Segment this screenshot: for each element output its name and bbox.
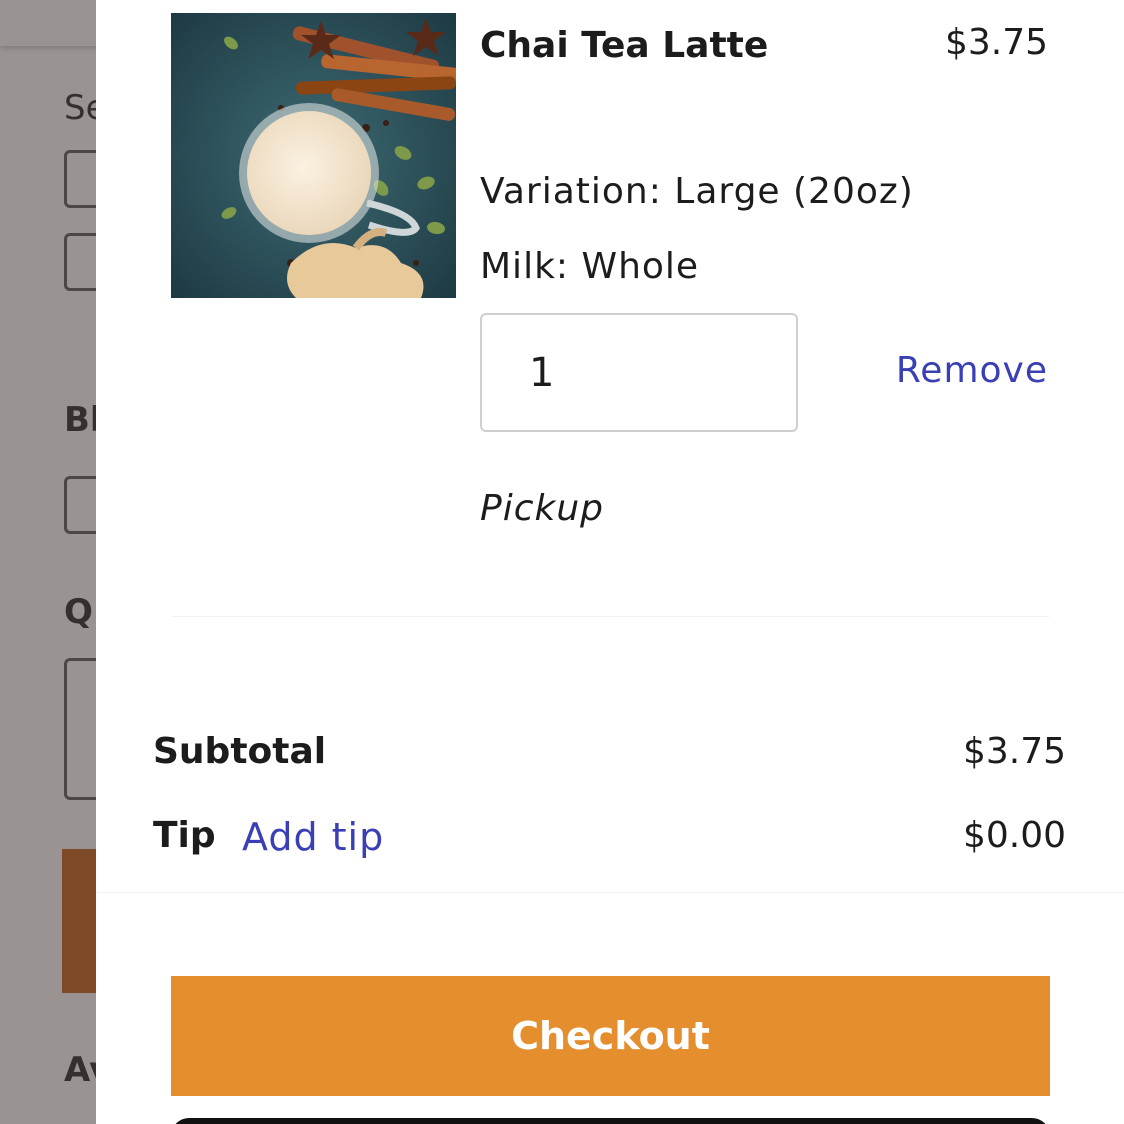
fulfillment-method: Pickup: [480, 488, 605, 529]
item-name: Chai Tea Latte: [480, 25, 769, 66]
tip-label: Tip: [153, 815, 216, 856]
divider: [171, 616, 1049, 617]
subtotal-label: Subtotal: [153, 731, 327, 772]
item-variation: Variation: Large (20oz): [480, 171, 914, 212]
quantity-input[interactable]: [480, 313, 798, 432]
divider: [96, 892, 1124, 893]
subtotal-value: $3.75: [962, 731, 1066, 772]
item-milk-option: Milk: Whole: [480, 246, 700, 287]
remove-link[interactable]: Remove: [896, 350, 1048, 391]
add-tip-link[interactable]: Add tip: [242, 815, 384, 859]
tip-value: $0.00: [962, 815, 1066, 856]
cart-drawer: Chai Tea Latte $3.75 Variation: Large (2…: [96, 0, 1124, 1124]
item-price: $3.75: [944, 22, 1048, 63]
secondary-button[interactable]: [171, 1118, 1050, 1124]
chai-latte-photo-icon: [171, 13, 456, 298]
checkout-button[interactable]: Checkout: [171, 976, 1050, 1096]
